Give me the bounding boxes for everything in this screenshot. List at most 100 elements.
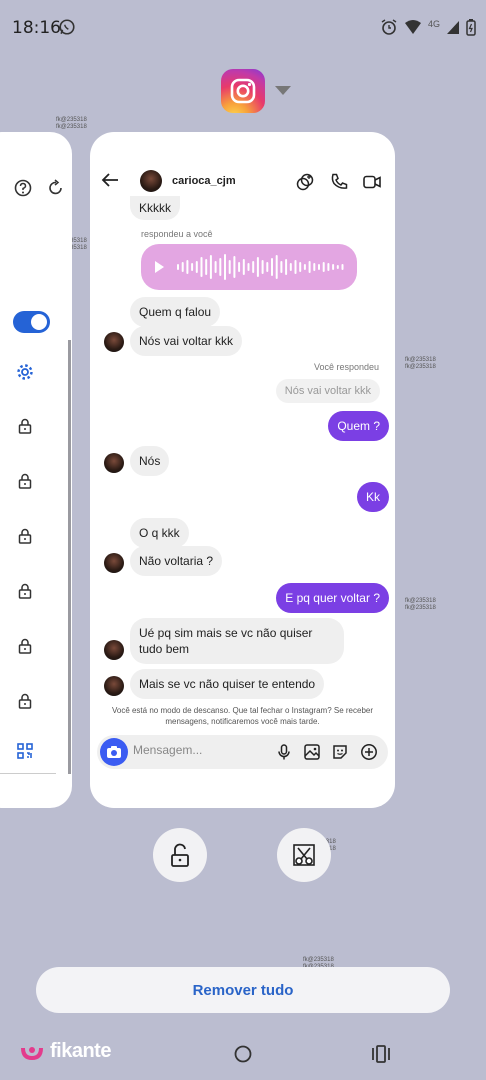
camera-icon bbox=[107, 746, 121, 758]
waveform-bar bbox=[332, 264, 335, 270]
reply-label: Você respondeu bbox=[313, 362, 379, 372]
divider bbox=[0, 773, 56, 774]
waveform-bar bbox=[313, 263, 316, 271]
previous-app-card[interactable] bbox=[0, 132, 72, 808]
alarm-icon bbox=[381, 19, 397, 35]
reply-quote: Nós vai voltar kkk bbox=[275, 379, 380, 403]
add-icon[interactable] bbox=[360, 743, 378, 761]
waveform-bar bbox=[224, 254, 226, 280]
waveform-bar bbox=[247, 263, 250, 271]
lock-app-button[interactable] bbox=[153, 828, 207, 882]
waveform-bar bbox=[303, 264, 306, 270]
message-input[interactable] bbox=[133, 743, 263, 757]
lock-icon[interactable] bbox=[15, 636, 35, 656]
waveform-bar bbox=[195, 261, 198, 273]
message-outgoing[interactable]: Quem ? bbox=[328, 411, 389, 441]
waveform-bar bbox=[252, 261, 255, 273]
refresh-icon[interactable] bbox=[46, 178, 66, 198]
message-incoming[interactable]: Nós bbox=[130, 446, 170, 476]
message-incoming[interactable]: Mais se vc não quiser te entendo bbox=[130, 669, 325, 699]
waveform-bar bbox=[261, 260, 264, 274]
waveform-bar bbox=[219, 258, 222, 276]
scissors-screenshot-icon bbox=[293, 844, 315, 866]
voice-message[interactable] bbox=[141, 244, 357, 290]
navigation-bar: fikante bbox=[0, 1028, 486, 1080]
network-type: 4G bbox=[427, 19, 440, 29]
back-arrow-icon[interactable] bbox=[101, 172, 119, 188]
app-menu-chevron-icon[interactable] bbox=[275, 86, 291, 95]
message-incoming[interactable]: Quem q falou bbox=[130, 297, 221, 327]
message-incoming[interactable]: Ué pq sim mais se vc não quiser tudo bem bbox=[130, 618, 344, 664]
chat-header: carioca_cjm bbox=[90, 132, 395, 192]
lock-icon[interactable] bbox=[15, 471, 35, 491]
remove-all-button[interactable]: Remover tudo bbox=[36, 967, 450, 1013]
contact-avatar bbox=[104, 553, 124, 573]
status-time: 18:16 bbox=[12, 18, 61, 38]
play-icon[interactable] bbox=[155, 261, 164, 273]
contact-avatar[interactable] bbox=[140, 170, 162, 192]
screenshot-button[interactable] bbox=[277, 828, 331, 882]
waveform-bar bbox=[181, 262, 184, 272]
whatsapp-icon bbox=[59, 19, 75, 35]
gallery-icon[interactable] bbox=[303, 743, 321, 761]
waveform-bar bbox=[322, 262, 325, 272]
waveform-bar bbox=[327, 263, 330, 271]
waveform-bar bbox=[200, 257, 203, 277]
waveform-bar bbox=[209, 255, 212, 279]
waveform-bar bbox=[242, 259, 245, 275]
message-incoming[interactable]: Nós vai voltar kkk bbox=[130, 326, 243, 356]
fikante-logo-text: fikante bbox=[50, 1040, 111, 1062]
toggle-switch[interactable] bbox=[13, 311, 50, 333]
lock-icon[interactable] bbox=[15, 581, 35, 601]
waveform-bar bbox=[294, 260, 297, 274]
waveform-bar bbox=[191, 263, 194, 271]
microphone-icon[interactable] bbox=[275, 743, 293, 761]
waveform-bar bbox=[280, 261, 283, 273]
contact-name[interactable]: carioca_cjm bbox=[172, 175, 236, 187]
waveform-bar bbox=[228, 260, 231, 274]
recents-button-icon[interactable] bbox=[371, 1044, 391, 1064]
instagram-chat-card[interactable]: carioca_cjm Kkkkk respondeu a você Quem … bbox=[90, 132, 395, 808]
qr-code-icon[interactable] bbox=[15, 741, 35, 761]
battery-icon bbox=[466, 18, 476, 36]
message-incoming[interactable]: Kkkkk bbox=[130, 196, 181, 220]
sticker-icon[interactable] bbox=[331, 743, 349, 761]
scrollbar[interactable] bbox=[68, 340, 71, 774]
phone-call-icon[interactable] bbox=[329, 172, 349, 192]
status-icons: 4G bbox=[380, 18, 476, 36]
waveform-bar bbox=[233, 256, 236, 278]
home-button-icon[interactable] bbox=[233, 1044, 253, 1064]
message-incoming[interactable]: O q kkk bbox=[130, 518, 189, 548]
signal-icon bbox=[447, 21, 459, 34]
fikante-logo-icon bbox=[21, 1046, 43, 1060]
camera-button[interactable] bbox=[100, 738, 128, 766]
waveform-bar bbox=[289, 263, 292, 271]
lock-icon[interactable] bbox=[15, 691, 35, 711]
instagram-app-icon[interactable] bbox=[221, 69, 265, 113]
waveform-bar bbox=[177, 264, 179, 270]
lock-icon[interactable] bbox=[15, 416, 35, 436]
message-outgoing[interactable]: Kk bbox=[356, 482, 389, 512]
waveform-bar bbox=[238, 262, 241, 272]
watermark: fk@235318fk@235318 bbox=[56, 117, 87, 130]
instagram-logo-icon bbox=[230, 78, 256, 104]
contact-avatar bbox=[104, 453, 124, 473]
settings-gear-icon[interactable] bbox=[15, 362, 35, 382]
waveform-bar bbox=[285, 259, 288, 275]
message-outgoing[interactable]: E pq quer voltar ? bbox=[276, 583, 389, 613]
waveform-bar bbox=[299, 262, 302, 272]
message-incoming[interactable]: Não voltaria ? bbox=[130, 546, 223, 576]
waveform-bar bbox=[271, 258, 273, 276]
unlock-icon bbox=[171, 843, 189, 867]
watermark: fk@235318fk@235318 bbox=[405, 357, 436, 370]
lock-icon[interactable] bbox=[15, 526, 35, 546]
waveform-bar bbox=[205, 259, 208, 275]
waveform-bar bbox=[214, 261, 217, 273]
video-effects-icon[interactable] bbox=[295, 172, 315, 192]
video-call-icon[interactable] bbox=[362, 172, 382, 192]
contact-avatar bbox=[104, 640, 124, 660]
help-icon[interactable] bbox=[13, 178, 33, 198]
waveform-bar bbox=[336, 265, 339, 269]
wifi-icon bbox=[404, 20, 421, 34]
contact-avatar bbox=[104, 332, 124, 352]
